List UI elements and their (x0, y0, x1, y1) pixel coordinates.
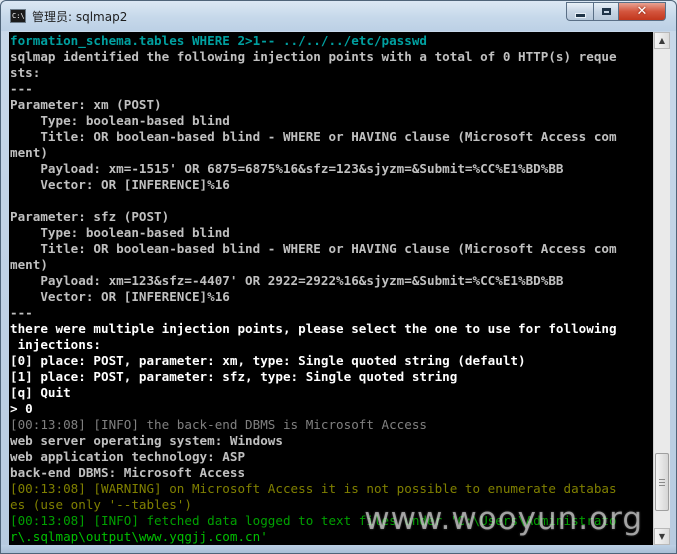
minimize-icon (574, 12, 586, 18)
console-line: Type: boolean-based blind (10, 113, 230, 128)
console-line: there were multiple injection points, pl… (10, 321, 617, 336)
console-line: Payload: xm=123&sfz=-4407' OR 2922=2922%… (10, 273, 564, 288)
close-button[interactable]: ✕ (619, 2, 666, 21)
console-line: sqlmap identified the following injectio… (10, 49, 617, 64)
console-line: [00:13:08] [WARNING] on Microsoft Access… (10, 481, 617, 496)
console-line: ment) (10, 145, 48, 160)
chevron-down-icon: ▼ (658, 532, 666, 541)
console-line: Type: boolean-based blind (10, 225, 230, 240)
console-line: [1] place: POST, parameter: sfz, type: S… (10, 369, 458, 384)
console-line: Parameter: sfz (POST) (10, 209, 170, 224)
scroll-thumb[interactable] (655, 453, 669, 511)
console-line: back-end DBMS: Microsoft Access (10, 465, 246, 480)
grip-line (659, 485, 665, 486)
vertical-scrollbar[interactable]: ▲ ▼ (653, 32, 670, 545)
console-line: web server operating system: Windows (10, 433, 283, 448)
scroll-down-button[interactable]: ▼ (654, 528, 670, 545)
console-line: --- (10, 305, 33, 320)
chevron-up-icon: ▲ (658, 36, 666, 45)
console-line: injections: (10, 337, 101, 352)
window-title: 管理员: sqlmap2 (32, 10, 128, 24)
console-text: formation_schema.tables WHERE 2>1-- ../.… (10, 33, 617, 545)
console-line: web application technology: ASP (10, 449, 246, 464)
console-line: ment) (10, 257, 48, 272)
window-frame-bottom (1, 545, 676, 553)
console-output[interactable]: formation_schema.tables WHERE 2>1-- ../.… (9, 32, 653, 545)
console-line: [q] Quit (10, 385, 71, 400)
close-icon: ✕ (636, 4, 648, 19)
grip-line (659, 482, 665, 483)
console-line: Parameter: xm (POST) (10, 97, 162, 112)
console-line: Title: OR boolean-based blind - WHERE or… (10, 241, 617, 256)
minimize-button[interactable] (566, 2, 593, 21)
console-line: Payload: xm=-1515' OR 6875=6875%16&sfz=1… (10, 161, 564, 176)
console-window: C:\ 管理员: sqlmap2 ✕ formation_schema.tabl… (0, 0, 677, 554)
console-line: [00:13:08] [INFO] the back-end DBMS is M… (10, 417, 428, 432)
console-line: > 0 (10, 401, 33, 416)
watermark: www.wooyun.org (364, 501, 643, 537)
console-line: --- (10, 81, 33, 96)
console-line: formation_schema.tables WHERE 2>1-- ../.… (10, 33, 428, 48)
console-line: Title: OR boolean-based blind - WHERE or… (10, 129, 617, 144)
console-line: Vector: OR [INFERENCE]%16 (10, 177, 230, 192)
scroll-up-button[interactable]: ▲ (654, 32, 670, 49)
maximize-button[interactable] (593, 2, 619, 21)
console-line: [0] place: POST, parameter: xm, type: Si… (10, 353, 526, 368)
console-icon[interactable]: C:\ (10, 9, 26, 23)
grip-line (659, 479, 665, 480)
console-line: sts: (10, 65, 41, 80)
title-bar[interactable]: C:\ 管理员: sqlmap2 ✕ (1, 1, 676, 31)
maximize-icon (601, 8, 611, 15)
console-line: Vector: OR [INFERENCE]%16 (10, 289, 230, 304)
